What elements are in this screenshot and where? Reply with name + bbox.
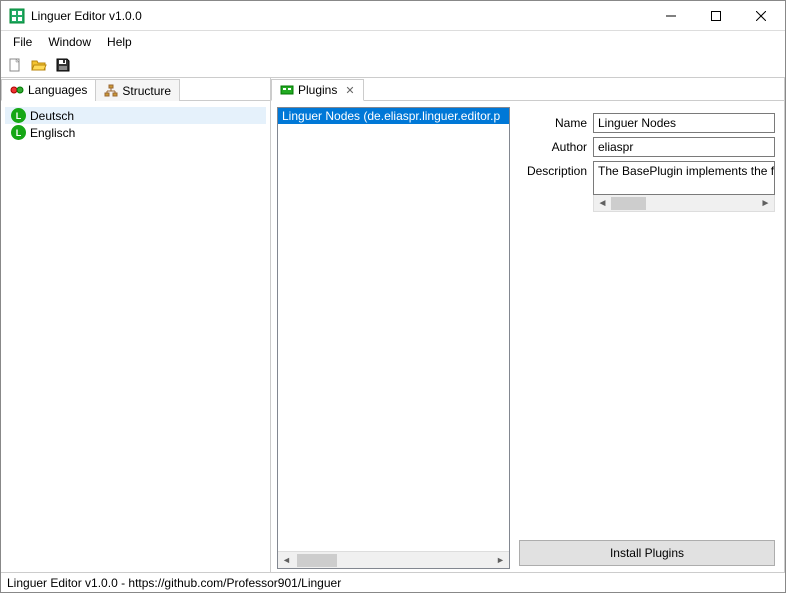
description-field[interactable] xyxy=(593,161,775,195)
tab-languages[interactable]: Languages xyxy=(1,79,96,101)
scroll-thumb[interactable] xyxy=(297,554,337,567)
left-pane: Languages Structure L Deutsch L Englisch xyxy=(1,78,271,572)
structure-tab-icon xyxy=(104,84,118,98)
statusbar: Linguer Editor v1.0.0 - https://github.c… xyxy=(1,572,785,592)
scroll-left-arrow[interactable]: ◄ xyxy=(278,552,295,569)
description-hscrollbar[interactable]: ◄ ► xyxy=(593,195,775,212)
titlebar: Linguer Editor v1.0.0 xyxy=(1,1,785,31)
close-button[interactable] xyxy=(738,1,783,30)
tab-plugins[interactable]: Plugins ✕ xyxy=(271,79,364,101)
tab-languages-label: Languages xyxy=(28,83,87,97)
left-tab-strip: Languages Structure xyxy=(1,78,270,101)
toolbar xyxy=(1,53,785,78)
center-body: Linguer Nodes (de.eliaspr.linguer.editor… xyxy=(271,101,784,572)
main-area: Languages Structure L Deutsch L Englisch xyxy=(1,78,785,572)
close-tab-icon[interactable]: ✕ xyxy=(345,84,354,97)
name-field[interactable] xyxy=(593,113,775,133)
author-label: Author xyxy=(519,137,587,154)
language-icon: L xyxy=(11,125,26,140)
center-tab-strip: Plugins ✕ xyxy=(271,78,784,101)
tab-plugins-label: Plugins xyxy=(298,83,337,97)
tree-item[interactable]: L Deutsch xyxy=(5,107,266,124)
languages-tab-icon xyxy=(10,83,24,97)
new-file-button[interactable] xyxy=(5,55,25,75)
language-tree[interactable]: L Deutsch L Englisch xyxy=(1,101,270,572)
tab-structure[interactable]: Structure xyxy=(95,79,180,101)
menu-file[interactable]: File xyxy=(5,33,40,51)
scroll-right-arrow[interactable]: ► xyxy=(492,552,509,569)
scroll-left-arrow[interactable]: ◄ xyxy=(594,195,611,211)
install-plugins-button[interactable]: Install Plugins xyxy=(519,540,775,566)
name-label: Name xyxy=(519,113,587,130)
menu-window[interactable]: Window xyxy=(40,33,99,51)
description-label: Description xyxy=(519,161,587,178)
plugin-row[interactable]: Linguer Nodes (de.eliaspr.linguer.editor… xyxy=(278,108,509,124)
app-icon xyxy=(9,8,25,24)
menu-help[interactable]: Help xyxy=(99,33,140,51)
menubar: File Window Help xyxy=(1,31,785,53)
tree-item-label: Englisch xyxy=(30,126,75,140)
tree-item[interactable]: L Englisch xyxy=(5,124,266,141)
window-title: Linguer Editor v1.0.0 xyxy=(31,9,648,23)
window-controls xyxy=(648,1,783,30)
save-file-button[interactable] xyxy=(53,55,73,75)
plugins-tab-icon xyxy=(280,83,294,97)
maximize-button[interactable] xyxy=(693,1,738,30)
scroll-right-arrow[interactable]: ► xyxy=(757,195,774,211)
author-field[interactable] xyxy=(593,137,775,157)
tree-item-label: Deutsch xyxy=(30,109,74,123)
plugin-row-label: Linguer Nodes (de.eliaspr.linguer.editor… xyxy=(282,109,500,123)
center-pane: Plugins ✕ Linguer Nodes (de.eliaspr.ling… xyxy=(271,78,785,572)
scroll-thumb[interactable] xyxy=(611,197,646,210)
minimize-button[interactable] xyxy=(648,1,693,30)
statusbar-text: Linguer Editor v1.0.0 - https://github.c… xyxy=(7,576,341,590)
plugin-list-hscrollbar[interactable]: ◄ ► xyxy=(278,551,509,568)
plugin-list[interactable]: Linguer Nodes (de.eliaspr.linguer.editor… xyxy=(277,107,510,569)
open-file-button[interactable] xyxy=(29,55,49,75)
details-pane: Name Author Description ◄ ► xyxy=(516,107,781,569)
language-icon: L xyxy=(11,108,26,123)
tab-structure-label: Structure xyxy=(122,84,171,98)
